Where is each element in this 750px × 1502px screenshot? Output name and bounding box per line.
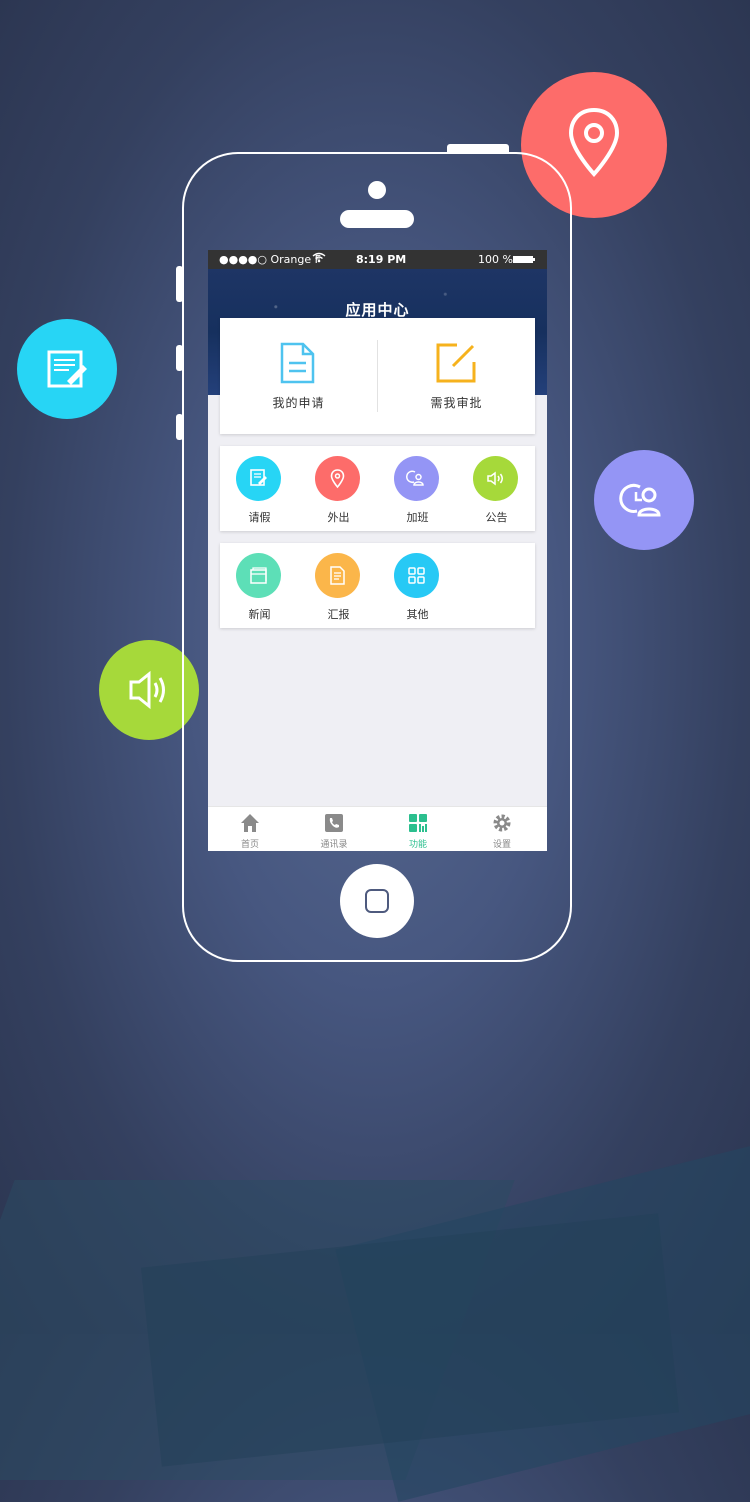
other-label: 其他 [406,608,429,621]
wifi-icon [312,252,326,267]
battery-icon [513,256,535,263]
location-icon [330,469,345,489]
outing-label: 外出 [327,511,350,524]
pending-approval-label: 需我审批 [430,396,483,410]
report-button[interactable]: 汇报 [299,543,378,628]
report-icon [330,566,345,585]
pending-approval-button[interactable]: 需我审批 [378,318,535,434]
document-edit-icon [47,350,87,388]
status-bar: ●●●●○ Orange F 8:19 PM 100 % [208,250,547,269]
contacts-icon [325,814,343,832]
floating-overtime-badge [594,450,694,550]
report-icon-circle [315,553,360,598]
outing-icon-circle [315,456,360,501]
function-grid-row-1: 请假 外出 加班 公告 [220,446,535,531]
front-camera [368,181,386,199]
news-icon-circle [236,553,281,598]
app-screen: ●●●●○ Orange F 8:19 PM 100 % 应用中心 我的申请 需… [208,250,547,851]
home-icon [241,814,259,832]
phone-earpiece [340,210,414,228]
page-title: 应用中心 [345,301,410,319]
tab-home-label: 首页 [240,840,259,850]
tab-functions-label: 功能 [408,840,427,850]
tab-functions[interactable]: 功能 [376,807,460,851]
tab-contacts[interactable]: 通讯录 [292,807,376,851]
home-button[interactable] [340,864,414,938]
document-icon [280,342,315,384]
power-button [447,144,509,152]
overtime-icon [406,470,424,486]
my-application-button[interactable]: 我的申请 [220,318,377,434]
tab-home[interactable]: 首页 [208,807,292,851]
tab-settings-label: 设置 [492,840,511,850]
home-button-square-icon [365,889,389,913]
battery-percent: 100 % [478,253,513,266]
tab-contacts-label: 通讯录 [320,840,348,850]
news-icon [250,567,267,584]
overtime-icon-circle [394,456,439,501]
main-actions-card: 我的申请 需我审批 [220,318,535,434]
grid-icon [408,567,425,584]
status-time: 8:19 PM [356,253,407,266]
leave-form-icon [250,469,267,486]
tab-settings[interactable]: 设置 [460,807,544,851]
function-grid-row-2: 新闻 汇报 其他 [220,543,535,628]
outing-button[interactable]: 外出 [299,446,378,531]
floating-document-badge [17,319,117,419]
overtime-label: 加班 [406,511,429,524]
leave-icon-circle [236,456,281,501]
carrier-label: ●●●●○ Orange F [219,253,321,266]
other-icon-circle [394,553,439,598]
leave-button[interactable]: 请假 [220,446,299,531]
gear-icon [493,814,511,832]
announcement-button[interactable]: 公告 [457,446,536,531]
speaker-icon [487,471,503,486]
report-label: 汇报 [327,608,350,621]
announcement-icon-circle [473,456,518,501]
apps-icon [409,814,427,832]
news-label: 新闻 [248,608,271,621]
bottom-tab-bar: 首页 通讯录 功能 设置 [208,806,547,851]
edit-icon [436,343,476,383]
clock-person-icon [619,483,661,517]
leave-label: 请假 [248,511,271,524]
other-button[interactable]: 其他 [378,543,457,628]
my-application-label: 我的申请 [272,396,325,410]
news-button[interactable]: 新闻 [220,543,299,628]
announcement-label: 公告 [485,511,508,524]
overtime-button[interactable]: 加班 [378,446,457,531]
